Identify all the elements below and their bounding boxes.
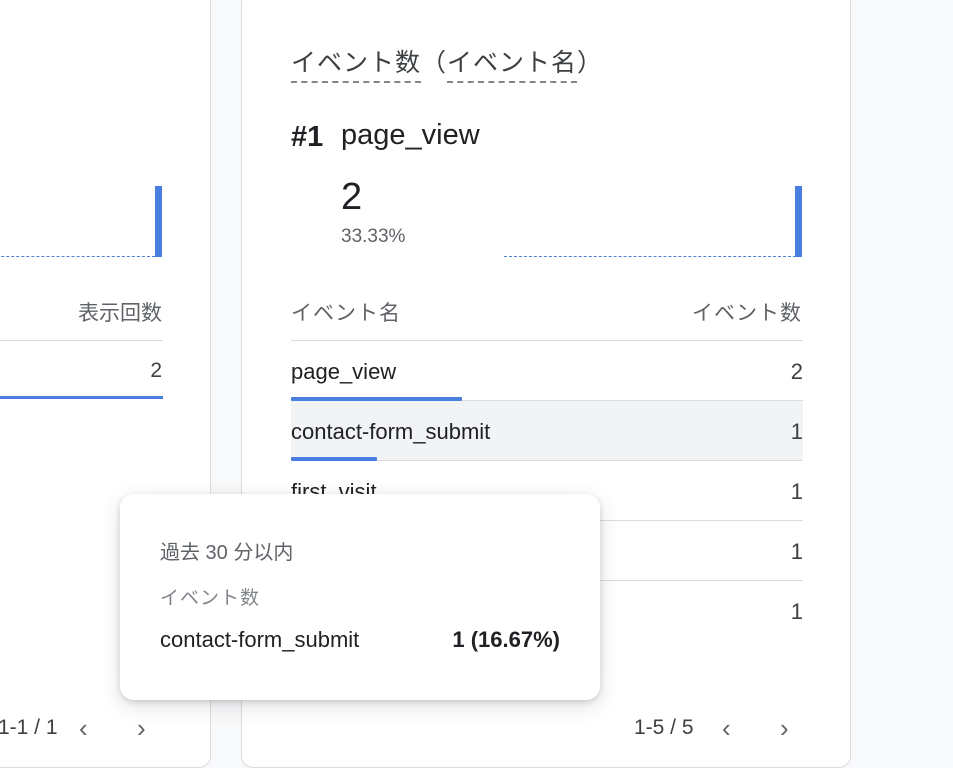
table-row-value: 2 (150, 359, 162, 382)
sparkline-bar[interactable] (155, 186, 162, 257)
chevron-left-icon[interactable]: ‹ (722, 715, 731, 741)
pagination-label: 1-1 / 1 (0, 716, 58, 739)
table-row-bar (0, 396, 163, 399)
card-title: イベント数（イベント名） (291, 43, 604, 83)
tooltip-time-range: 過去 30 分以内 (160, 542, 294, 564)
row-event-name: page_view (291, 359, 397, 384)
pagination-label: 1-5 / 5 (634, 716, 694, 739)
table-row[interactable]: page_view 2 (291, 341, 803, 401)
table-divider (0, 340, 163, 341)
row-event-name: contact-form_submit (291, 419, 491, 444)
sparkline-baseline (0, 256, 155, 257)
metric-selector[interactable]: イベント数 (291, 49, 422, 83)
column-header-views: 表示回数 (78, 302, 162, 325)
top-item-name: page_view (341, 119, 480, 151)
sparkline-baseline (504, 256, 796, 257)
column-header-event-count: イベント数 (692, 302, 802, 325)
tooltip-event-name: contact-form_submit (160, 627, 360, 652)
top-item-value: 2 (341, 176, 363, 218)
tooltip-metric-label: イベント数 (160, 588, 261, 609)
row-event-count: 1 (790, 599, 803, 624)
hover-tooltip: 過去 30 分以内 イベント数 contact-form_submit 1 (1… (120, 494, 600, 700)
dimension-selector[interactable]: イベント名 (447, 49, 578, 83)
table-row[interactable]: contact-form_submit 1 (291, 401, 803, 461)
chevron-right-icon[interactable]: › (137, 715, 146, 741)
row-event-count: 1 (790, 419, 803, 444)
tooltip-event-value: 1 (16.67%) (452, 627, 560, 652)
row-event-count: 2 (790, 359, 803, 384)
row-event-count: 1 (790, 539, 803, 564)
chevron-left-icon[interactable]: ‹ (79, 715, 88, 741)
chevron-right-icon[interactable]: › (780, 715, 789, 741)
top-item-rank: #1 (291, 121, 324, 153)
sparkline-bar[interactable] (795, 186, 802, 257)
top-item-percent: 33.33% (341, 226, 406, 247)
row-event-count: 1 (790, 479, 803, 504)
title-paren-open: （ (421, 49, 448, 77)
title-paren-close: ） (577, 49, 604, 77)
column-header-event-name: イベント名 (291, 302, 401, 325)
